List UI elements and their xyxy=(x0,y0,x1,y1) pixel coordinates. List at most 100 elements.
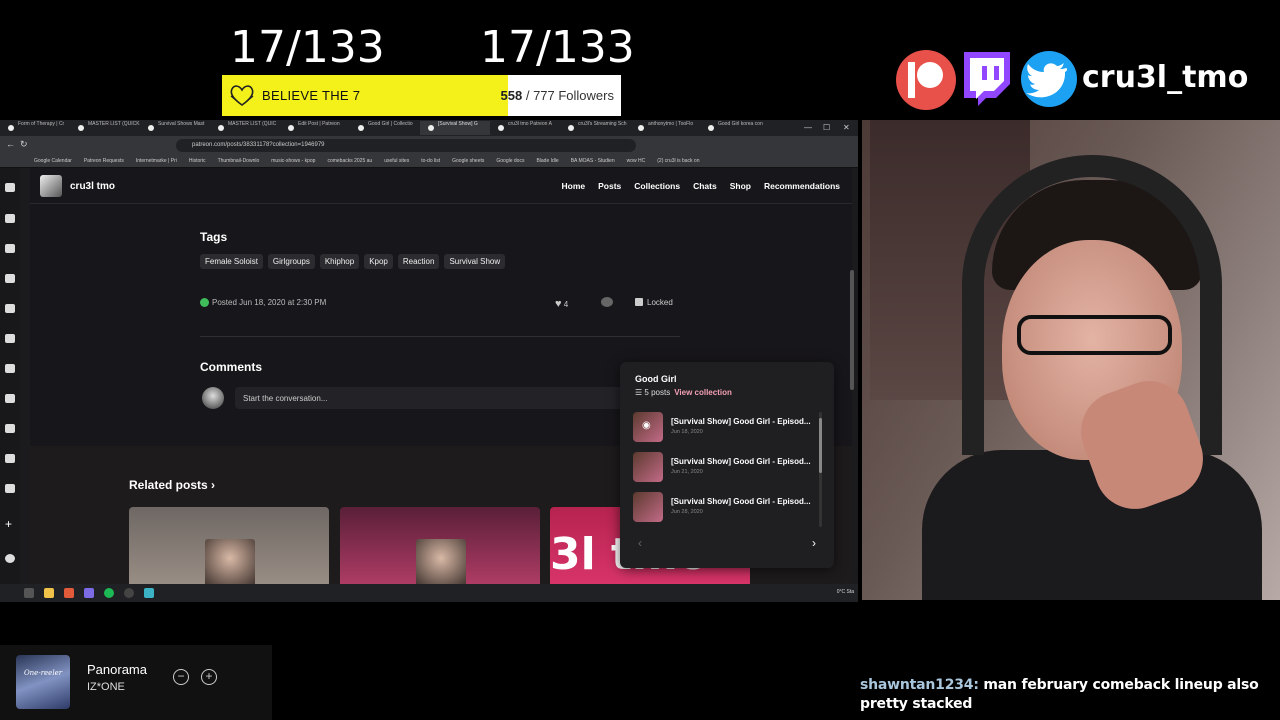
brave-icon[interactable] xyxy=(64,588,74,598)
bookmark-item[interactable]: Google docs xyxy=(496,158,524,164)
nav-shop[interactable]: Shop xyxy=(730,181,751,191)
bookmark-item[interactable]: Google Calendar xyxy=(34,158,72,164)
chat-icon[interactable] xyxy=(5,424,15,433)
webcam-feed xyxy=(862,120,1280,600)
thumbnail xyxy=(205,539,255,584)
reload-icon[interactable]: ↻ xyxy=(20,139,28,150)
browser-tab[interactable]: Survival Shows Mast xyxy=(140,121,210,135)
search-icon[interactable] xyxy=(24,588,34,598)
tag[interactable]: Girlgroups xyxy=(267,254,315,269)
back-icon[interactable]: ← xyxy=(6,139,15,149)
nav-recommendations[interactable]: Recommendations xyxy=(764,181,840,191)
collection-scrollbar[interactable] xyxy=(819,412,822,527)
patreon-sidebar: + xyxy=(0,168,20,584)
bookmark-item[interactable]: Historic xyxy=(189,158,206,164)
bookmark-item[interactable]: Blade Idle xyxy=(536,158,558,164)
locked-status: Locked xyxy=(635,298,673,307)
heart-hands-icon xyxy=(230,85,254,106)
gear-icon[interactable] xyxy=(5,484,15,493)
plus-icon[interactable]: + xyxy=(5,518,15,530)
folder-icon[interactable] xyxy=(44,588,54,598)
chevron-right-icon[interactable]: › xyxy=(812,536,816,550)
browser-tab[interactable]: Good Girl | Collectio xyxy=(350,121,420,135)
home-icon[interactable] xyxy=(5,214,15,223)
comment-input[interactable]: Start the conversation... xyxy=(235,387,665,409)
browser-tab[interactable]: cru3l's Streaming Sch xyxy=(560,121,630,135)
collection-item[interactable]: ◉ [Survival Show] Good Girl - Episod... … xyxy=(633,412,821,444)
bookmark-item[interactable]: comebacks 2025 au xyxy=(327,158,372,164)
bookmark-item[interactable]: Patreon Requests xyxy=(84,158,124,164)
browser-tab[interactable]: Form of Therapy | Cr xyxy=(0,121,70,135)
browser-tab[interactable]: anthonytmo | TooFlo xyxy=(630,121,700,135)
bookmark-item[interactable]: Internetmarke | Pri xyxy=(136,158,177,164)
bookmark-item[interactable]: Google sheets xyxy=(452,158,484,164)
bookmark-item[interactable]: (2) cru3l is back on xyxy=(657,158,699,164)
bookmark-item[interactable]: to-do list xyxy=(421,158,440,164)
plus-circle-icon[interactable]: + xyxy=(201,669,217,685)
collection-item[interactable]: [Survival Show] Good Girl - Episod... Ju… xyxy=(633,492,821,524)
track-artist: IZ*ONE xyxy=(87,681,125,693)
browser-tab[interactable]: MASTER LIST (QUIC xyxy=(210,121,280,135)
browser-tab[interactable]: MASTER LIST (QUICK xyxy=(70,121,140,135)
shield-icon[interactable] xyxy=(5,364,15,373)
close-icon[interactable]: ✕ xyxy=(843,123,850,132)
obs-icon[interactable] xyxy=(124,588,134,598)
browser-tab[interactable]: [Survival Show] G xyxy=(420,121,490,135)
view-collection-link[interactable]: View collection xyxy=(674,388,732,397)
collection-item-date: Jun 18, 2020 xyxy=(671,429,703,435)
browser-tab[interactable]: Edit Post | Patreon xyxy=(280,121,350,135)
follower-goal-label: BELIEVE THE 7 xyxy=(262,88,361,103)
related-posts-heading[interactable]: Related posts › xyxy=(129,478,215,492)
collection-item-title: [Survival Show] Good Girl - Episod... xyxy=(671,497,811,506)
insights-icon[interactable] xyxy=(5,304,15,313)
megaphone-icon[interactable] xyxy=(5,394,15,403)
tag[interactable]: Kpop xyxy=(364,254,393,269)
related-post-card[interactable] xyxy=(129,507,329,584)
creator-avatar[interactable] xyxy=(40,175,62,197)
weather-tray: 0°C Sta xyxy=(836,589,854,595)
payouts-icon[interactable] xyxy=(5,334,15,343)
app-icon[interactable] xyxy=(144,588,154,598)
chat-message: shawntan1234: man february comeback line… xyxy=(860,676,1270,714)
bookmark-item[interactable]: useful sites xyxy=(384,158,409,164)
tag[interactable]: Khiphop xyxy=(319,254,360,269)
bookmark-item[interactable]: music-shows - kpop xyxy=(271,158,315,164)
comment-icon[interactable] xyxy=(601,297,613,307)
nav-chats[interactable]: Chats xyxy=(693,181,717,191)
nav-collections[interactable]: Collections xyxy=(634,181,680,191)
lock-icon xyxy=(635,298,643,306)
chevron-right-icon: › xyxy=(211,478,216,492)
avatar[interactable] xyxy=(5,554,15,563)
tag[interactable]: Survival Show xyxy=(444,254,506,269)
bookmark-item[interactable]: BA MOAS - Studien xyxy=(571,158,615,164)
tag[interactable]: Reaction xyxy=(397,254,440,269)
people-icon[interactable] xyxy=(5,274,15,283)
chevron-left-icon[interactable]: ‹ xyxy=(638,536,642,550)
like-button[interactable]: ♥ 4 xyxy=(555,298,568,310)
collection-item[interactable]: [Survival Show] Good Girl - Episod... Ju… xyxy=(633,452,821,484)
collection-item-title: [Survival Show] Good Girl - Episod... xyxy=(671,417,811,426)
discord-icon[interactable] xyxy=(84,588,94,598)
page-scrollbar[interactable] xyxy=(850,270,854,390)
minus-circle-icon[interactable]: − xyxy=(173,669,189,685)
spotify-icon[interactable] xyxy=(104,588,114,598)
twitch-icon xyxy=(958,50,1014,108)
tag[interactable]: Female Soloist xyxy=(200,254,263,269)
eye-icon: ◉ xyxy=(642,420,651,431)
minimize-icon[interactable]: — xyxy=(804,123,812,132)
bell-icon[interactable] xyxy=(5,454,15,463)
bookmark-item[interactable]: Thumbnail-Downlo xyxy=(218,158,260,164)
patreon-logo-icon[interactable] xyxy=(5,183,15,192)
address-bar[interactable]: patreon.com/posts/38331178?collection=19… xyxy=(176,139,636,152)
nav-home[interactable]: Home xyxy=(561,181,585,191)
browser-tab[interactable]: cru3l tmo Patreon A xyxy=(490,121,560,135)
tag-list: Female Soloist Girlgroups Khiphop Kpop R… xyxy=(200,254,506,269)
nav-posts[interactable]: Posts xyxy=(598,181,621,191)
bookmark-item[interactable]: wow HC xyxy=(627,158,646,164)
maximize-icon[interactable]: ☐ xyxy=(823,123,830,132)
creator-name[interactable]: cru3l tmo xyxy=(70,181,115,192)
library-icon[interactable] xyxy=(5,244,15,253)
heart-icon: ♥ xyxy=(555,298,562,310)
browser-tab[interactable]: Good Girl korea con xyxy=(700,121,770,135)
related-post-card[interactable] xyxy=(340,507,540,584)
